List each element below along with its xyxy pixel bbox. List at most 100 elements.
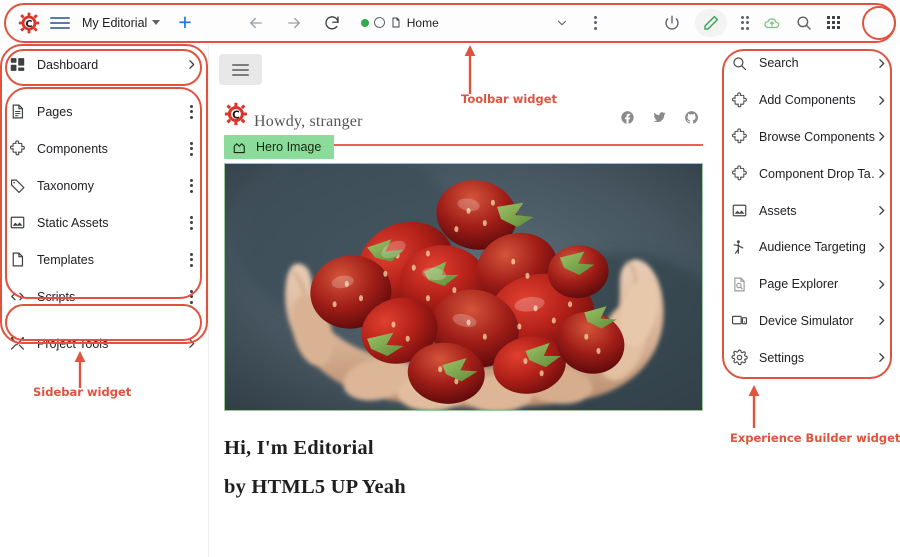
post-subtitle: by HTML5 UP Yeah: [224, 476, 406, 498]
puzzle-icon: [9, 140, 26, 157]
reload-icon[interactable]: [323, 14, 341, 32]
hero-badge-wrap: Hero Image: [210, 135, 717, 159]
rp-item-label: Settings: [759, 350, 805, 365]
svg-text:C: C: [26, 19, 33, 30]
preview-topbar: [210, 45, 717, 92]
puzzle-icon: [731, 92, 748, 109]
sidebar-item-pages[interactable]: Pages: [0, 93, 208, 130]
site-title: Howdy, stranger: [254, 112, 363, 130]
rp-item-settings[interactable]: Settings: [718, 339, 900, 376]
image-icon: [731, 202, 748, 219]
toolbar-right-group: [585, 8, 841, 37]
app-root: C My Editorial + Home Dashboard Pages Co…: [0, 0, 900, 557]
sidebar-item-taxonomy[interactable]: Taxonomy: [0, 167, 208, 204]
page-search-icon: [731, 276, 748, 293]
sidebar-item-label: Components: [37, 141, 108, 156]
sidebar-item-label: Project Tools: [37, 336, 109, 351]
page-preview: C Howdy, stranger Hero Image Hi, I'm Edi…: [210, 45, 717, 557]
chevron-right-icon: [875, 314, 888, 327]
hero-image: [224, 163, 703, 411]
rp-item-device-simulator[interactable]: Device Simulator: [718, 303, 900, 340]
sidebar-item-dashboard[interactable]: Dashboard: [0, 45, 208, 84]
hero-image-badge[interactable]: Hero Image: [224, 135, 335, 159]
facebook-icon[interactable]: [620, 110, 635, 125]
chevron-right-icon: [185, 58, 198, 71]
main-menu-icon[interactable]: [50, 14, 70, 32]
sidebar-item-scripts[interactable]: Scripts: [0, 278, 208, 315]
search-icon: [731, 55, 748, 72]
rp-item-label: Search: [759, 56, 799, 71]
apps-dots-icon[interactable]: [740, 15, 750, 30]
dashboard-icon: [9, 56, 26, 73]
rp-item-browse-components[interactable]: Browse Components: [718, 119, 900, 156]
hamburger-menu-button[interactable]: [219, 54, 262, 85]
sidebar-item-label: Templates: [37, 252, 94, 267]
chevron-right-icon: [875, 130, 888, 143]
search-icon[interactable]: [795, 14, 813, 32]
sidebar-item-label: Pages: [37, 104, 73, 119]
current-page-label: Home: [406, 15, 439, 30]
chevron-right-icon: [875, 167, 888, 180]
experience-builder-panel: Search Add Components Browse Components: [718, 45, 900, 557]
chevron-right-icon: [875, 57, 888, 70]
rp-item-search[interactable]: Search: [718, 45, 900, 82]
navigation-buttons: [247, 14, 341, 32]
more-options-icon[interactable]: [185, 289, 198, 304]
person-icon: [731, 239, 748, 256]
rp-item-label: Assets: [759, 203, 797, 218]
sidebar-item-label: Taxonomy: [37, 178, 94, 193]
chevron-down-icon: [152, 20, 161, 25]
gear-icon: [731, 349, 748, 366]
chevron-right-icon: [875, 241, 888, 254]
more-options-icon[interactable]: [185, 252, 198, 267]
more-options-icon[interactable]: [185, 178, 198, 193]
rp-item-label: Device Simulator: [759, 313, 854, 328]
more-options-icon[interactable]: [185, 104, 198, 119]
twitter-icon[interactable]: [652, 110, 667, 125]
sidebar-item-templates[interactable]: Templates: [0, 241, 208, 278]
status-dot-icon: [360, 18, 369, 27]
rp-item-audience-targeting[interactable]: Audience Targeting: [718, 229, 900, 266]
component-badge-icon: [233, 141, 248, 154]
cloud-upload-icon[interactable]: [763, 14, 781, 32]
annotation-label-experience-builder: Experience Builder widget: [730, 431, 900, 445]
chevron-right-icon: [875, 94, 888, 107]
chevron-right-icon: [875, 351, 888, 364]
annotation-label-toolbar: Toolbar widget: [461, 92, 558, 106]
app-grid-icon[interactable]: [827, 16, 841, 29]
back-arrow-icon[interactable]: [247, 14, 265, 32]
sidebar-item-static-assets[interactable]: Static Assets: [0, 204, 208, 241]
toolbar-actions: [663, 8, 841, 37]
edit-pencil-icon: [702, 14, 720, 32]
more-options-icon[interactable]: [185, 215, 198, 230]
file-icon: [9, 251, 26, 268]
address-bar[interactable]: Home: [360, 10, 569, 36]
rp-item-add-components[interactable]: Add Components: [718, 82, 900, 119]
annotation-label-sidebar: Sidebar widget: [33, 385, 132, 399]
status-ring-icon: [373, 17, 385, 28]
rp-item-page-explorer[interactable]: Page Explorer: [718, 266, 900, 303]
sidebar-item-components[interactable]: Components: [0, 130, 208, 167]
new-item-button[interactable]: +: [178, 11, 191, 34]
github-icon[interactable]: [684, 110, 699, 125]
rp-item-assets[interactable]: Assets: [718, 192, 900, 229]
more-options-icon[interactable]: [585, 15, 607, 30]
rp-item-component-drop-targets[interactable]: Component Drop Ta…: [718, 155, 900, 192]
sidebar-item-project-tools[interactable]: Project Tools: [0, 325, 208, 362]
sidebar-item-label: Dashboard: [37, 57, 99, 72]
hero-badge-label: Hero Image: [256, 140, 322, 154]
forward-arrow-icon[interactable]: [285, 14, 303, 32]
svg-text:C: C: [232, 109, 240, 121]
image-icon: [9, 214, 26, 231]
edit-pencil-button[interactable]: [694, 8, 727, 37]
page-doc-icon: [390, 16, 402, 29]
devices-icon: [731, 312, 748, 329]
site-logo-icon: C: [224, 101, 250, 127]
project-switcher[interactable]: My Editorial: [82, 16, 161, 30]
more-options-icon[interactable]: [185, 141, 198, 156]
chevron-down-icon[interactable]: [555, 16, 569, 30]
power-icon[interactable]: [663, 14, 681, 32]
rp-item-label: Audience Targeting: [759, 240, 866, 255]
chevron-right-icon: [185, 337, 198, 350]
chevron-right-icon: [875, 278, 888, 291]
